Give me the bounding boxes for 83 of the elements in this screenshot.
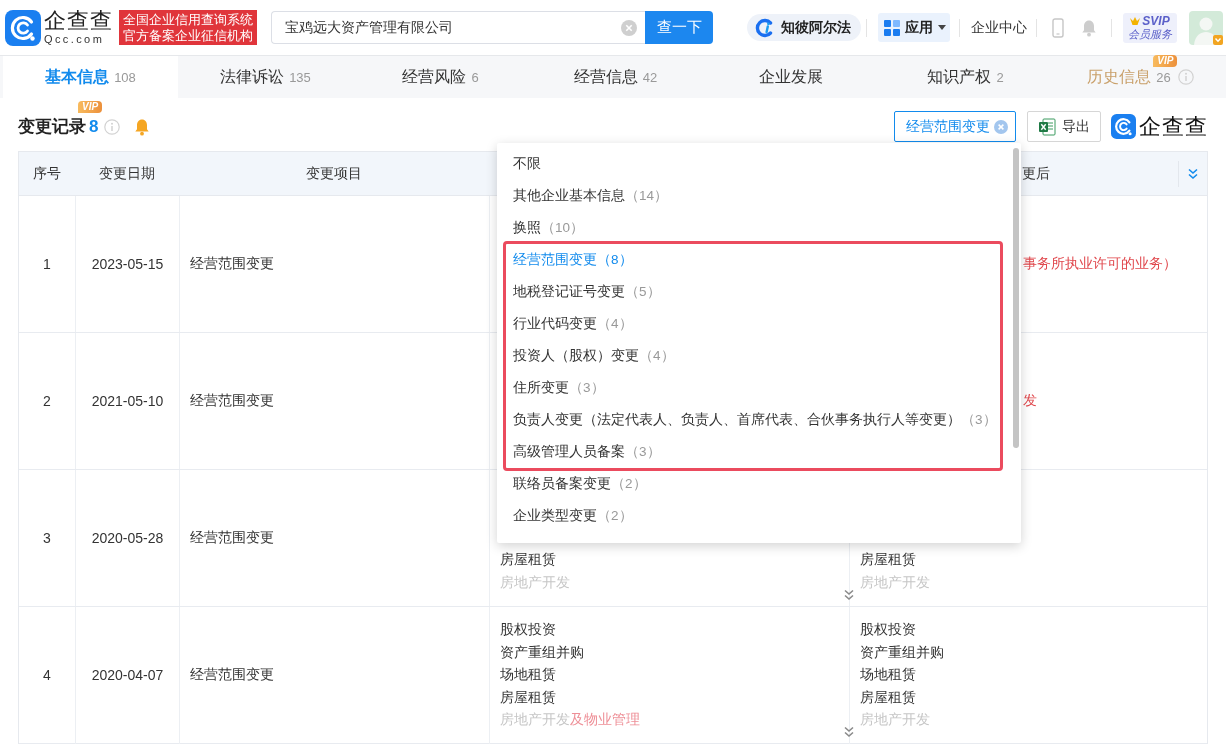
tab[interactable]: 法律诉讼 135 <box>178 56 353 98</box>
business-scope-line: 股权投资 <box>860 620 916 639</box>
column-header: 更后 <box>1022 164 1050 181</box>
dropdown-item[interactable]: 不限 <box>497 148 1021 180</box>
business-scope-line: 房屋租赁 <box>860 550 916 569</box>
business-scope-line: 股权投资 <box>500 620 556 639</box>
column-header: 变更项目 <box>306 164 362 181</box>
business-scope-line: 场地租赁 <box>500 665 556 684</box>
banner-text: 官方备案企业征信机构 <box>123 27 253 44</box>
tab[interactable]: 经营风险 6 <box>353 56 528 98</box>
brand-name: 企查查 <box>1139 112 1208 141</box>
column-header: 序号 <box>33 164 61 181</box>
tab[interactable]: 经营信息 42 <box>528 56 703 98</box>
spreadsheet-icon <box>1038 117 1056 136</box>
dropdown-item[interactable]: 地税登记证号变更（5） <box>506 276 1000 308</box>
change-date: 2023-05-15 <box>91 256 164 272</box>
avatar-icon[interactable] <box>1189 10 1223 45</box>
enterprise-center-link[interactable]: 企业中心 <box>971 18 1027 37</box>
dropdown-item[interactable]: 行业代码变更（4） <box>506 308 1000 340</box>
logo-domain: Qcc.com <box>44 34 106 45</box>
double-chevron-icon[interactable] <box>843 726 855 738</box>
business-scope-line: 资产重组并购 <box>860 642 944 662</box>
dropdown-item[interactable]: 住所变更（3） <box>506 372 1000 404</box>
crown-icon <box>1130 17 1141 25</box>
vip-badge: VIP <box>78 100 103 113</box>
export-button[interactable]: 导出 <box>1027 111 1101 142</box>
vip-badge: VIP <box>1153 54 1178 67</box>
dropdown-item[interactable]: 其他企业基本信息（14） <box>497 180 1021 212</box>
section-title: 变更记录 <box>18 116 86 138</box>
alpha-button[interactable]: 知彼阿尔法 <box>747 14 861 41</box>
business-scope-line: 资产重组并购 <box>500 642 584 662</box>
scrollbar-thumb[interactable] <box>1013 148 1019 448</box>
record-count: 8 <box>89 116 99 137</box>
search-field[interactable]: 宝鸡远大资产管理有限公司 <box>271 11 645 44</box>
row-number: 4 <box>43 667 51 684</box>
business-scope-line: 发 <box>1023 390 1037 410</box>
business-scope-line: 房屋租赁 <box>500 550 556 569</box>
business-scope-line: 事务所执业许可的业务） <box>1023 253 1177 273</box>
tab[interactable]: 基本信息 108 <box>3 56 178 98</box>
phone-icon[interactable] <box>1052 17 1064 38</box>
logo-icon[interactable] <box>5 9 41 46</box>
change-date: 2020-04-07 <box>91 667 164 684</box>
close-icon[interactable] <box>994 119 1008 134</box>
column-header: 变更日期 <box>99 164 155 181</box>
dropdown-item[interactable]: 联络员备案变更（2） <box>497 468 1021 500</box>
change-date: 2021-05-10 <box>91 393 164 409</box>
row-number: 3 <box>43 530 51 546</box>
tab[interactable]: 知识产权 2 <box>878 56 1053 98</box>
dropdown-item[interactable]: 高级管理人员备案（3） <box>506 436 1000 468</box>
logo-text: 企查查 <box>44 10 113 32</box>
double-chevron-icon[interactable] <box>1187 167 1199 180</box>
clear-icon[interactable] <box>621 19 637 36</box>
dropdown-item[interactable]: 换照（10） <box>497 212 1021 244</box>
change-item: 经营范围变更 <box>190 529 274 547</box>
double-chevron-icon[interactable] <box>843 589 855 601</box>
info-icon <box>1177 69 1194 85</box>
search-button[interactable]: 查一下 <box>645 11 713 44</box>
chevron-badge-icon <box>1213 34 1223 45</box>
change-date: 2020-05-28 <box>91 530 164 546</box>
dropdown-item[interactable]: 企业类型变更（2） <box>497 500 1021 532</box>
dropdown-item[interactable]: 负责人变更（法定代表人、负责人、首席代表、合伙事务执行人等变更）（3） <box>506 404 1000 436</box>
business-scope-line: 场地租赁 <box>860 665 916 684</box>
dropdown-item[interactable]: 投资人（股权）变更（4） <box>506 340 1000 372</box>
bell-icon[interactable] <box>134 117 151 136</box>
business-scope-line: 房屋租赁 <box>500 687 556 707</box>
change-item: 经营范围变更 <box>190 392 274 410</box>
caret-icon <box>938 25 946 30</box>
row-number: 1 <box>43 256 51 272</box>
svip-button[interactable]: SVIP 会员服务 <box>1123 12 1177 43</box>
tab[interactable]: 企业发展 <box>703 56 878 98</box>
banner-text: 全国企业信用查询系统 <box>123 11 253 28</box>
grid-icon <box>884 19 900 36</box>
c-logo-icon <box>755 17 775 38</box>
filter-button[interactable]: 经营范围变更 <box>894 111 1016 142</box>
row-number: 2 <box>43 393 51 409</box>
info-icon <box>104 118 121 135</box>
change-item: 经营范围变更 <box>190 666 274 685</box>
change-item: 经营范围变更 <box>190 255 274 273</box>
logo-icon[interactable] <box>1111 114 1136 139</box>
bell-icon[interactable] <box>1081 18 1097 37</box>
apps-button[interactable]: 应用 <box>878 13 950 42</box>
dropdown-item[interactable]: 经营范围变更（8） <box>506 244 1000 276</box>
business-scope-line: 房屋租赁 <box>860 687 916 707</box>
